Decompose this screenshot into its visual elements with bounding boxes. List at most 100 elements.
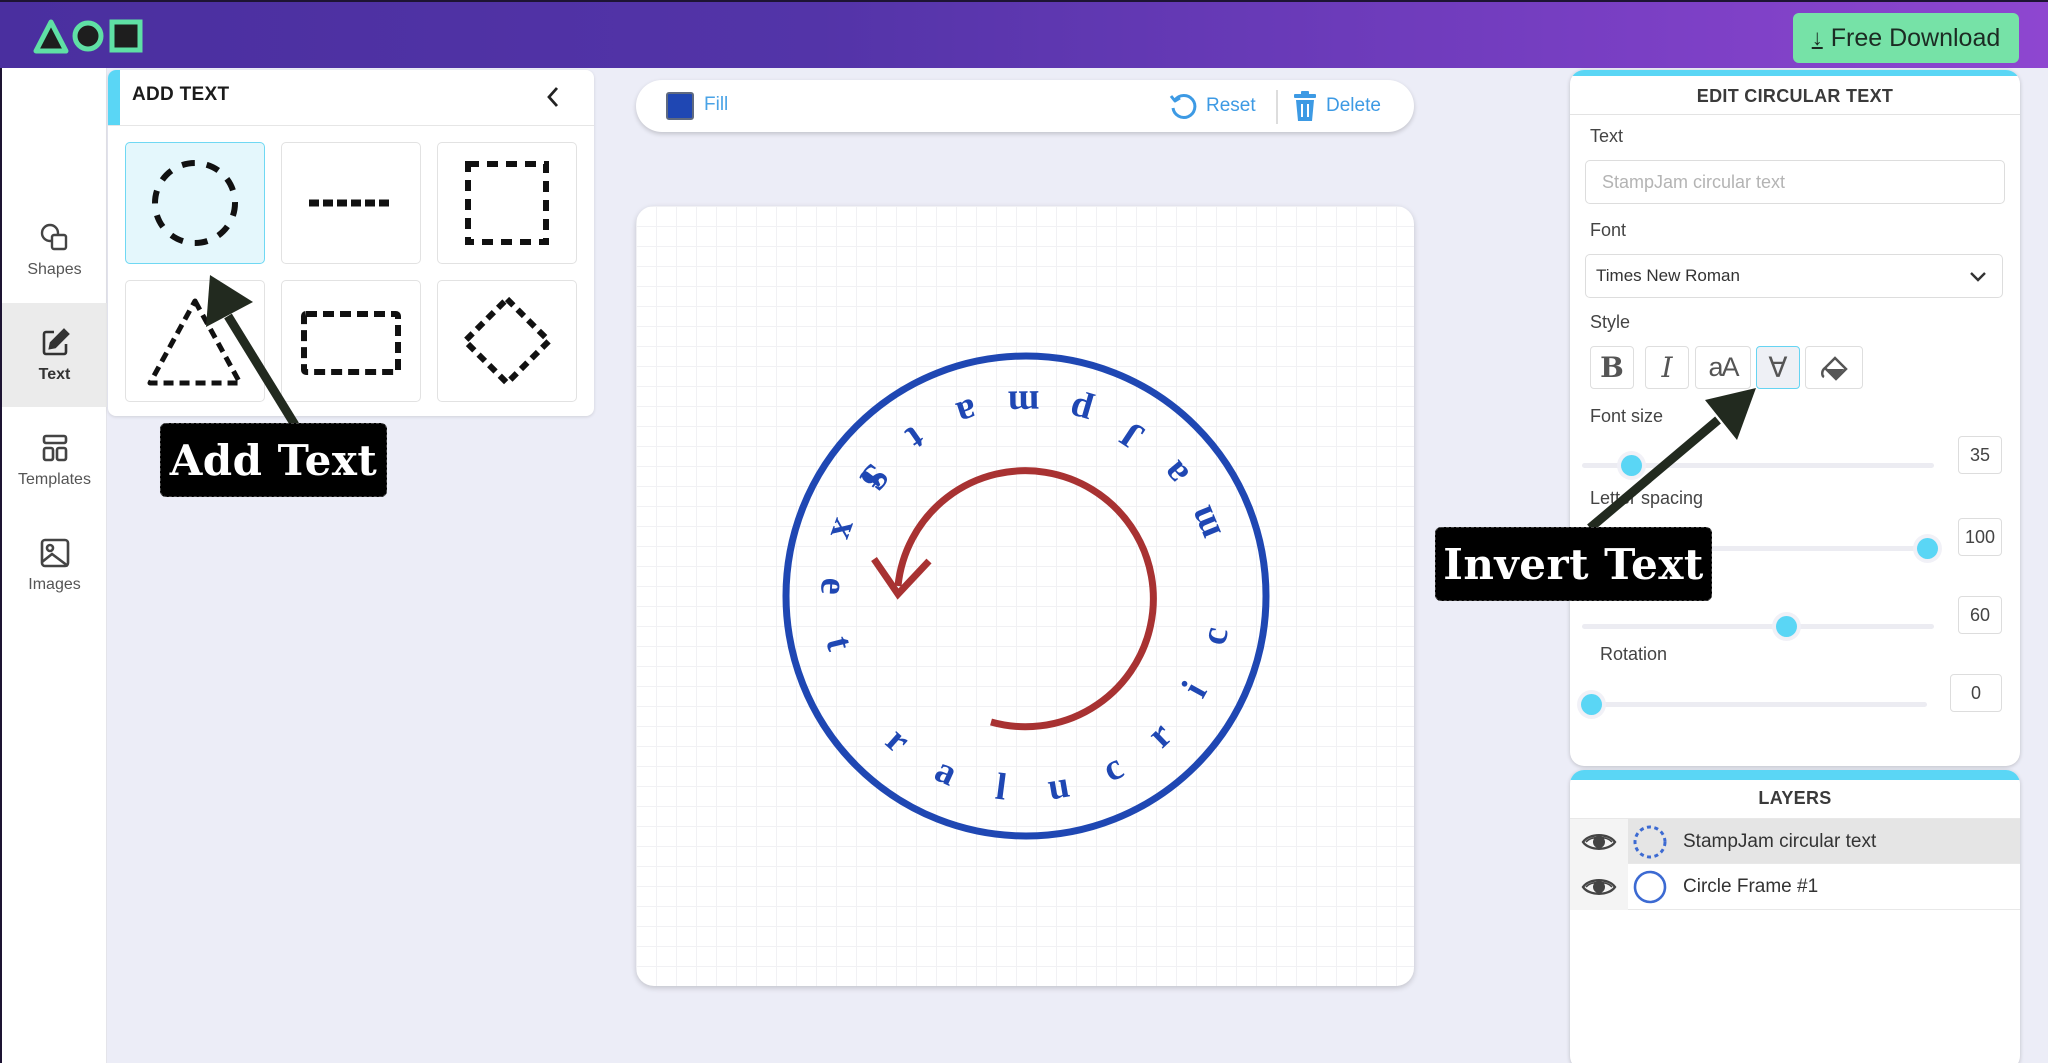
circular-text-group[interactable]: Sta m pJam circular text xyxy=(812,382,1237,809)
collapse-panel-button[interactable] xyxy=(538,80,568,114)
eye-icon xyxy=(1581,879,1617,895)
shape-tile-dashed-triangle[interactable] xyxy=(125,280,265,402)
invert-text-button[interactable]: ∀ xyxy=(1756,346,1800,389)
circular-text-char: t xyxy=(817,632,861,655)
design-canvas[interactable]: StampJam circular text xyxy=(636,206,1414,986)
paint-bucket-icon xyxy=(1821,355,1848,381)
circular-text-char: m xyxy=(1008,382,1040,424)
invert-icon: ∀ xyxy=(1768,352,1788,383)
style-label: Style xyxy=(1590,312,1631,332)
shape-tile-dashed-circle[interactable] xyxy=(125,142,265,264)
edit-panel-title: EDIT CIRCULAR TEXT xyxy=(1696,86,1894,106)
delete-button[interactable]: Delete xyxy=(1292,88,1381,124)
dashed-diamond-icon xyxy=(460,294,554,388)
circular-text-char: r xyxy=(1139,714,1180,756)
dashed-square-icon xyxy=(465,161,549,245)
case-toggle-button[interactable]: aA xyxy=(1695,346,1751,389)
radius-slider[interactable] xyxy=(1582,614,1934,638)
circular-text-char: a xyxy=(1153,453,1198,494)
font-select-value: Times New Roman xyxy=(1596,266,1740,285)
circular-text-char: l xyxy=(993,766,1009,809)
circular-text-char: J xyxy=(1113,413,1152,459)
radius-value[interactable]: 60 xyxy=(1958,596,2002,634)
image-icon xyxy=(40,538,69,568)
reset-button[interactable]: Reset xyxy=(1168,88,1256,124)
sidebar-item-text[interactable]: Text xyxy=(2,303,107,407)
free-download-label: Free Download xyxy=(1830,23,2001,52)
chevron-left-icon xyxy=(547,87,559,107)
circular-text-char: x xyxy=(822,514,868,546)
layer-name: StampJam circular text xyxy=(1683,831,1877,852)
logo-icon[interactable] xyxy=(33,18,153,54)
delete-label: Delete xyxy=(1326,95,1381,116)
circular-text-char: m xyxy=(1179,500,1230,545)
dashed-circle-icon xyxy=(152,160,238,246)
templates-icon xyxy=(42,434,67,462)
circular-text-char: a xyxy=(929,748,964,794)
dashed-triangle-icon xyxy=(147,298,243,386)
shape-tile-dashed-diamond[interactable] xyxy=(437,280,577,402)
layer-row[interactable]: Circle Frame #1 xyxy=(1570,864,2020,910)
sidebar-item-label: Text xyxy=(38,366,71,383)
free-download-button[interactable]: ↓ Free Download xyxy=(1793,13,2019,63)
font-select[interactable]: Times New Roman xyxy=(1585,254,2003,298)
dashed-circle-icon xyxy=(1633,825,1667,859)
layers-title: LAYERS xyxy=(1758,788,1832,808)
text-label: Text xyxy=(1590,126,1624,146)
shapes-icon xyxy=(40,223,67,251)
font-size-value[interactable]: 35 xyxy=(1958,436,2002,474)
toolbar-separator xyxy=(1276,90,1278,124)
edit-icon xyxy=(42,328,70,356)
download-icon: ↓ xyxy=(1811,25,1823,50)
rotation-label: Rotation xyxy=(1600,644,1668,664)
shape-tile-dashed-square[interactable] xyxy=(437,142,577,264)
reset-label: Reset xyxy=(1206,95,1256,116)
font-size-label: Font size xyxy=(1590,406,1664,426)
panel-accent xyxy=(1570,70,2020,76)
visibility-toggle[interactable] xyxy=(1570,864,1628,910)
circular-text-char: a xyxy=(952,390,983,436)
fill-bucket-button[interactable] xyxy=(1805,346,1863,389)
italic-icon: I xyxy=(1661,351,1673,384)
slider-thumb[interactable] xyxy=(1621,455,1643,476)
rotation-value[interactable]: 0 xyxy=(1950,674,2002,712)
layer-name: Circle Frame #1 xyxy=(1683,876,1819,897)
sidebar-item-images[interactable]: Images xyxy=(2,513,107,617)
visibility-toggle[interactable] xyxy=(1570,819,1628,865)
slider-thumb[interactable] xyxy=(1776,616,1798,637)
sidebar-item-templates[interactable]: Templates xyxy=(2,408,107,512)
slider-track xyxy=(1582,624,1934,629)
fill-color-swatch[interactable] xyxy=(666,92,694,120)
rotation-slider[interactable] xyxy=(1581,692,1927,716)
bold-icon: B xyxy=(1600,351,1624,384)
add-text-title: ADD TEXT xyxy=(132,84,230,105)
sidebar-item-label: Templates xyxy=(18,471,91,488)
circular-text-input[interactable] xyxy=(1585,160,2005,204)
font-size-slider[interactable] xyxy=(1582,453,1934,477)
slider-thumb[interactable] xyxy=(1916,538,1938,559)
sidebar-item-label: Images xyxy=(28,576,81,593)
divider xyxy=(108,125,594,126)
canvas-toolbar: Fill Reset Delete xyxy=(636,80,1414,132)
trash-icon xyxy=(1294,91,1316,121)
letter-spacing-value[interactable]: 100 xyxy=(1958,518,2002,556)
add-text-callout: Add Text xyxy=(160,423,387,497)
shape-tile-dashed-rectangle[interactable] xyxy=(281,280,421,402)
circle-frame[interactable] xyxy=(782,352,1270,840)
shape-tile-dashed-line[interactable] xyxy=(281,142,421,264)
italic-button[interactable]: I xyxy=(1645,346,1689,389)
slider-thumb[interactable] xyxy=(1581,694,1602,715)
panel-accent xyxy=(108,70,120,125)
circular-text-char: e xyxy=(812,577,855,596)
circular-text-char: c xyxy=(1192,623,1237,648)
stamp-artwork[interactable]: Sta m pJam circular text xyxy=(636,206,1414,986)
fill-button[interactable]: Fill xyxy=(704,94,728,116)
sidebar-item-shapes[interactable]: Shapes xyxy=(2,198,107,302)
bold-button[interactable]: B xyxy=(1590,346,1634,389)
divider xyxy=(1570,114,2020,115)
slider-track xyxy=(1582,702,1927,707)
layer-row[interactable]: StampJam circular text xyxy=(1570,818,2020,865)
circular-text-char: c xyxy=(1096,745,1130,790)
invert-text-callout: Invert Text xyxy=(1435,527,1712,601)
edit-circular-text-panel: EDIT CIRCULAR TEXT Text Font Times New R… xyxy=(1570,70,2020,766)
